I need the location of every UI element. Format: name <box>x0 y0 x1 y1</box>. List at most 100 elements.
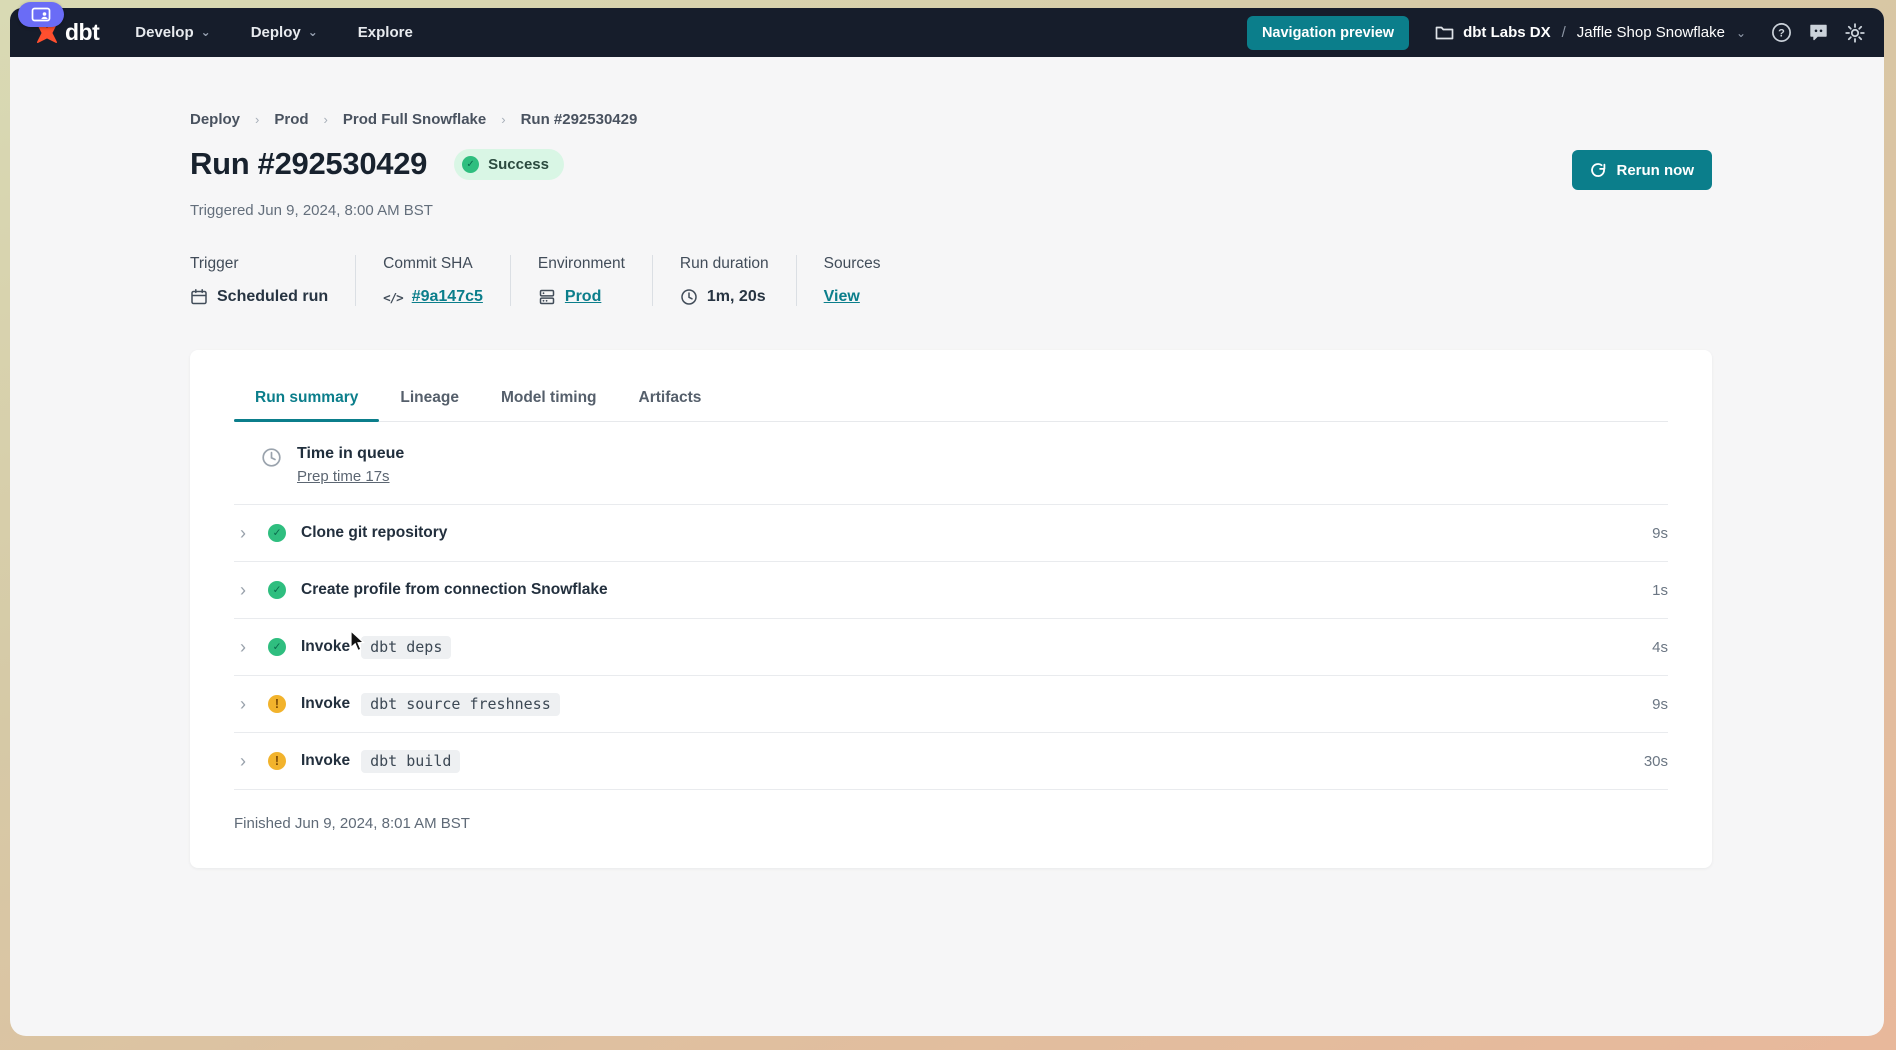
step-duration: 30s <box>1644 753 1668 770</box>
command-chip: dbt deps <box>361 636 451 659</box>
meta-commit-sha: Commit SHA </> #9a147c5 <box>355 255 510 306</box>
navigation-preview-button[interactable]: Navigation preview <box>1247 16 1409 50</box>
step-row[interactable]: › ✓ ! Invoke dbt source freshness 9s <box>234 676 1668 733</box>
expand-chevron-icon[interactable]: › <box>240 523 268 544</box>
screen-share-extension-badge[interactable] <box>18 2 64 27</box>
run-meta-row: Trigger Scheduled run Commit SHA <box>190 255 1884 306</box>
tab-label: Lineage <box>400 389 459 406</box>
check-icon: ✓ <box>273 642 282 653</box>
step-list: › ✓ ! Clone git repository 9s › ✓ ! <box>234 505 1668 790</box>
nav-menu-label: Develop <box>135 24 193 41</box>
scrollbar-thumb[interactable] <box>1702 672 1712 718</box>
breadcrumb: Deploy › Prod › Prod Full Snowflake › Ru… <box>190 111 1884 128</box>
breadcrumb-item: Prod Full Snowflake › <box>343 111 521 128</box>
warning-icon: ! <box>275 698 279 711</box>
check-icon: ✓ <box>273 585 282 596</box>
tab-bar: Run summary Lineage Model timing Artifac… <box>234 350 1668 422</box>
meta-sources: Sources View <box>796 255 908 306</box>
meta-label: Environment <box>538 255 625 273</box>
breadcrumb-link[interactable]: Prod <box>274 111 308 128</box>
expand-chevron-icon[interactable]: › <box>240 580 268 601</box>
expand-chevron-icon[interactable]: › <box>240 637 268 658</box>
breadcrumb-link[interactable]: Deploy <box>190 111 240 128</box>
check-icon: ✓ <box>273 528 282 539</box>
tab[interactable]: Artifacts <box>618 378 723 421</box>
run-duration-value: 1m, 20s <box>707 288 766 306</box>
step-duration: 9s <box>1652 696 1668 713</box>
meta-environment: Environment Prod <box>510 255 652 306</box>
step-row[interactable]: › ✓ ! Clone git repository 9s <box>234 505 1668 562</box>
step-title: Invoke <box>301 695 350 713</box>
commit-sha-link[interactable]: #9a147c5 <box>412 288 483 306</box>
code-icon: </> <box>383 290 403 305</box>
sources-view-link[interactable]: View <box>824 288 860 306</box>
navbar-right-cluster: Navigation preview dbt Labs DX / Jaffle … <box>1247 16 1866 50</box>
breadcrumb-separator-icon: › <box>255 112 259 127</box>
triggered-timestamp: Triggered Jun 9, 2024, 8:00 AM BST <box>190 202 1884 219</box>
time-in-queue-row: Time in queue Prep time 17s <box>234 422 1668 505</box>
nav-menu-label: Explore <box>358 24 413 41</box>
tab-label: Model timing <box>501 389 597 406</box>
step-status-icon: ✓ ! <box>268 581 286 599</box>
nav-menu-item[interactable]: Explore ⌄ <box>358 24 413 41</box>
settings-gear-icon[interactable] <box>1844 22 1866 44</box>
meta-label: Trigger <box>190 255 328 273</box>
breadcrumb-item: Prod › <box>274 111 343 128</box>
step-title: Clone git repository <box>301 524 447 542</box>
folder-icon <box>1435 24 1454 41</box>
tab[interactable]: Run summary <box>234 378 379 421</box>
nav-menu-label: Deploy <box>251 24 301 41</box>
breadcrumb-link[interactable]: Prod Full Snowflake <box>343 111 486 128</box>
step-status-icon: ✓ ! <box>268 695 286 713</box>
account-project-selector[interactable]: dbt Labs DX / Jaffle Shop Snowflake ⌄ <box>1435 24 1746 41</box>
navbar-icon-group: ? <box>1770 22 1866 44</box>
calendar-icon <box>190 288 208 306</box>
page-title: Run #292530429 <box>190 146 427 182</box>
success-check-icon: ✓ <box>462 156 479 173</box>
step-row[interactable]: › ✓ ! Create profile from connection Sno… <box>234 562 1668 619</box>
step-duration: 4s <box>1652 639 1668 656</box>
tab-label: Run summary <box>255 389 358 406</box>
warning-icon: ! <box>275 755 279 768</box>
dbt-logo-text: dbt <box>65 19 99 46</box>
database-icon <box>538 288 556 306</box>
top-navbar: dbt Develop ⌄ Deploy ⌄ Explore ⌄ Navigat… <box>10 8 1884 57</box>
prep-time-link[interactable]: Prep time 17s <box>297 468 390 485</box>
breadcrumb-separator-icon: › <box>501 112 505 127</box>
rerun-now-button[interactable]: Rerun now <box>1572 150 1713 190</box>
feedback-icon[interactable] <box>1807 22 1829 44</box>
expand-chevron-icon[interactable]: › <box>240 751 268 772</box>
step-duration: 1s <box>1652 582 1668 599</box>
run-summary-card: Run summary Lineage Model timing Artifac… <box>190 350 1712 868</box>
meta-label: Commit SHA <box>383 255 483 273</box>
expand-chevron-icon[interactable]: › <box>240 694 268 715</box>
help-icon[interactable]: ? <box>1770 22 1792 44</box>
command-chip: dbt build <box>361 750 460 773</box>
svg-text:?: ? <box>1778 28 1785 40</box>
step-status-icon: ✓ ! <box>268 524 286 542</box>
project-name: Jaffle Shop Snowflake <box>1577 24 1725 41</box>
status-badge: ✓ Success <box>454 149 564 180</box>
command-chip: dbt source freshness <box>361 693 560 716</box>
queue-clock-icon <box>261 447 282 468</box>
step-status-icon: ✓ ! <box>268 638 286 656</box>
chevron-down-icon: ⌄ <box>1736 26 1746 40</box>
meta-run-duration: Run duration 1m, 20s <box>652 255 796 306</box>
step-row[interactable]: › ✓ ! Invoke dbt deps 4s <box>234 619 1668 676</box>
step-row[interactable]: › ✓ ! Invoke dbt build 30s <box>234 733 1668 790</box>
rerun-now-label: Rerun now <box>1617 162 1695 179</box>
meta-trigger: Trigger Scheduled run <box>190 255 355 306</box>
step-title: Invoke <box>301 752 350 770</box>
breadcrumb-separator-icon: › <box>324 112 328 127</box>
breadcrumb-link[interactable]: Run #292530429 <box>521 111 638 128</box>
environment-link[interactable]: Prod <box>565 288 601 306</box>
path-separator: / <box>1562 24 1566 41</box>
nav-menu-item[interactable]: Develop ⌄ <box>135 24 210 41</box>
step-duration: 9s <box>1652 525 1668 542</box>
breadcrumb-item: Deploy › <box>190 111 274 128</box>
tab[interactable]: Model timing <box>480 378 618 421</box>
trigger-value: Scheduled run <box>217 288 328 306</box>
queue-text-group: Time in queue Prep time 17s <box>297 445 404 486</box>
tab[interactable]: Lineage <box>379 378 480 421</box>
nav-menu-item[interactable]: Deploy ⌄ <box>251 24 318 41</box>
